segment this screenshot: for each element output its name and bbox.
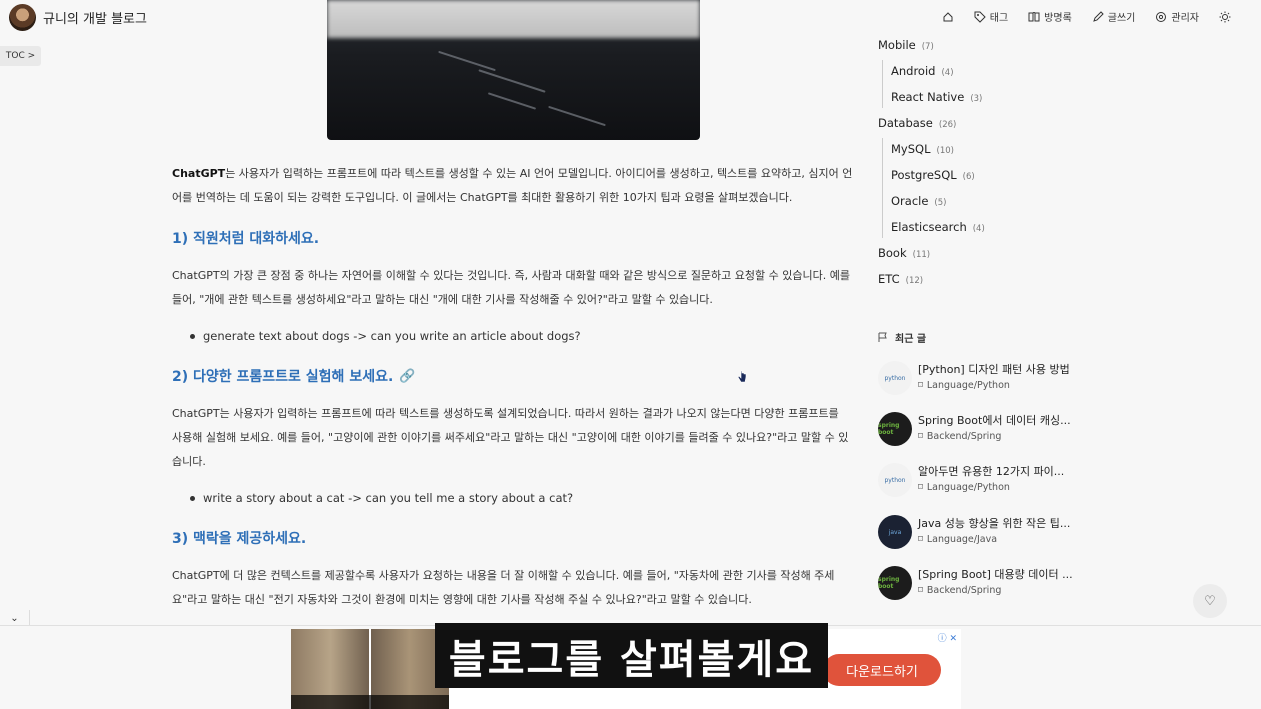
category-mysql[interactable]: MySQL (10) [891,142,954,156]
ad-close-icon[interactable]: ⓘ ✕ [938,631,957,644]
nav-write[interactable]: 글쓰기 [1092,9,1136,24]
section-heading-2: 2) 다양한 프롬프트로 실험해 보세요. 🔗 [172,368,416,386]
section-1-body: ChatGPT의 가장 큰 장점 중 하나는 자연어를 이해할 수 있다는 것입… [172,269,850,306]
bookmark-icon: ⌑ [918,380,923,391]
bookmark-icon: ⌑ [918,431,923,442]
avatar [9,4,36,31]
link-icon[interactable]: 🔗 [399,369,415,384]
category-oracle[interactable]: Oracle (5) [891,194,946,208]
category-react-native[interactable]: React Native (3) [891,90,982,104]
recent-post-title[interactable]: [Spring Boot] 대용량 데이터 ... [918,566,1073,582]
nav-tag[interactable]: 태그 [974,9,1008,24]
recent-post-category: ⌑ Backend/Spring [918,585,1002,596]
list-item: generate text about dogs -> can you writ… [190,329,581,343]
recent-post[interactable]: python [Python] 디자인 패턴 사용 방법 ⌑ Language/P… [878,361,1078,401]
bookmark-icon: ⌑ [918,482,923,493]
video-caption: 블로그를 살펴볼게요 [435,623,828,688]
category-elasticsearch[interactable]: Elasticsearch (4) [891,220,985,234]
nav-tag-label: 태그 [989,13,1009,24]
recent-post[interactable]: spring boot [Spring Boot] 대용량 데이터 ... ⌑ B… [878,566,1078,606]
nav-guestbook-label: 방명록 [1044,13,1072,24]
bookmark-icon: ⌑ [918,534,923,545]
collapse-button[interactable]: ⌄ [0,610,30,626]
recent-post-category: ⌑ Language/Python [918,380,1010,391]
nav-admin-label: 관리자 [1171,13,1199,24]
sun-icon [1219,11,1231,22]
recent-post-category: ⌑ Language/Java [918,534,998,545]
category-tree-line [882,60,883,108]
nav-home[interactable] [942,11,954,23]
pencil-icon [1092,10,1104,22]
spring-thumbnail: spring boot [878,412,912,446]
recent-post[interactable]: spring boot Spring Boot에서 데이터 캐싱... ⌑ Bac… [878,412,1078,452]
category-mobile[interactable]: Mobile (7) [878,38,934,52]
blog-brand[interactable]: 규니의 개발 블로그 [9,4,147,31]
category-book[interactable]: Book (11) [878,246,930,260]
section-2-body: ChatGPT는 사용자가 입력하는 프롬프트에 따라 텍스트를 생성하도록 설… [172,407,849,468]
java-thumbnail: java [878,515,912,549]
flag-icon [878,332,887,342]
spring-thumbnail: spring boot [878,566,912,600]
blog-name: 규니의 개발 블로그 [43,12,147,27]
theme-toggle[interactable] [1219,11,1231,23]
bookmark-icon: ⌑ [918,585,923,596]
nav-guestbook[interactable]: 방명록 [1028,9,1072,24]
recent-post-title[interactable]: [Python] 디자인 패턴 사용 방법 [918,361,1070,377]
mouse-cursor-icon [737,370,747,383]
section-3-body: ChatGPT에 더 많은 컨텍스트를 제공할수록 사용자가 요청하는 내용을 … [172,569,835,606]
gear-icon [1156,11,1167,22]
recent-post-title[interactable]: 알아두면 유용한 12가지 파이... [918,463,1064,479]
intro-text-2: 어를 번역하는 데 도움이 되는 강력한 도구입니다. 이 글에서는 ChatG… [172,191,793,204]
recent-post-category: ⌑ Backend/Spring [918,431,1002,442]
category-postgresql[interactable]: PostgreSQL (6) [891,168,975,182]
like-button[interactable]: ♡ [1193,584,1227,618]
intro-text-1: 는 사용자가 입력하는 프롬프트에 따라 텍스트를 생성할 수 있는 AI 언어… [225,167,853,180]
article-hero-image [327,0,700,140]
download-button[interactable]: 다운로드하기 [823,654,941,686]
heart-icon: ♡ [1204,593,1216,609]
recent-post-category: ⌑ Language/Python [918,482,1010,493]
top-nav: 태그 방명록 글쓰기 관리자 [942,9,1231,24]
recent-post[interactable]: python 알아두면 유용한 12가지 파이... ⌑ Language/Pyt… [878,463,1078,503]
python-thumbnail: python [878,361,912,395]
toc-toggle-button[interactable]: TOC > [0,46,41,66]
category-database[interactable]: Database (26) [878,116,956,130]
category-android[interactable]: Android (4) [891,64,954,78]
intro-bold: ChatGPT [172,167,226,180]
section-heading-1: 1) 직원처럼 대화하세요. [172,231,320,247]
recent-post[interactable]: java Java 성능 향상을 위한 작은 팁... ⌑ Language/Ja… [878,515,1078,555]
section-heading-3: 3) 맥락을 제공하세요. [172,531,307,547]
recent-posts-heading: 최근 글 [878,330,926,345]
book-icon [1028,11,1040,21]
python-thumbnail: python [878,463,912,497]
recent-post-title[interactable]: Spring Boot에서 데이터 캐싱... [918,412,1071,428]
intro-paragraph: ChatGPT는 사용자가 입력하는 프롬프트에 따라 텍스트를 생성할 수 있… [172,162,862,210]
tag-icon [974,11,986,23]
nav-admin[interactable]: 관리자 [1155,9,1199,24]
recent-post-title[interactable]: Java 성능 향상을 위한 작은 팁... [918,515,1070,531]
chevron-down-icon: ⌄ [10,612,19,624]
category-tree-line [882,138,883,238]
category-etc[interactable]: ETC (12) [878,272,923,286]
list-item: write a story about a cat -> can you tel… [190,491,573,505]
nav-write-label: 글쓰기 [1107,13,1136,24]
home-icon [943,11,953,21]
ad-image [291,629,449,709]
